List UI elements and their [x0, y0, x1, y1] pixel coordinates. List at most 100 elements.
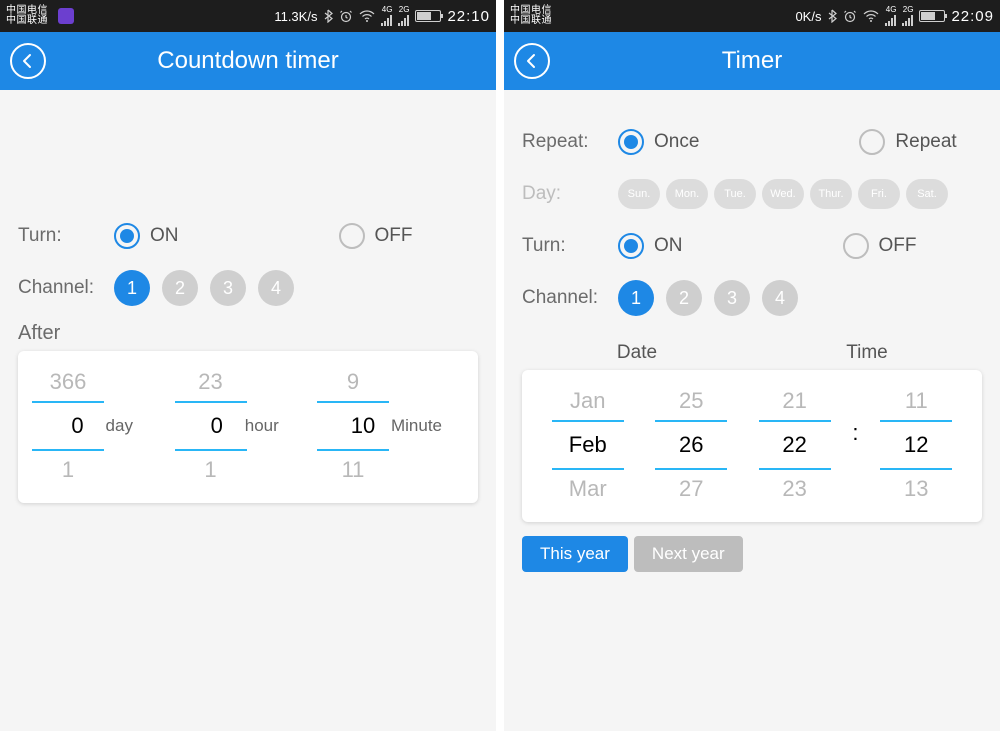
date-value[interactable]: 26 — [655, 422, 727, 468]
page-title: Countdown timer — [46, 47, 450, 75]
hour-value[interactable]: 22 — [759, 422, 831, 468]
bluetooth-icon — [323, 9, 333, 23]
day-sat[interactable]: Sat. — [906, 179, 948, 209]
bluetooth-icon — [827, 9, 837, 23]
repeat-label: Repeat: — [522, 131, 618, 153]
minute-value[interactable]: 10 — [339, 403, 387, 449]
back-button[interactable] — [514, 43, 550, 79]
once-label: Once — [654, 131, 699, 153]
carrier-labels: 中国电信 中国联通 — [6, 6, 48, 26]
day-sun[interactable]: Sun. — [618, 179, 660, 209]
net-2g: 2G — [903, 6, 914, 14]
channel-row: Channel: 1 2 3 4 — [18, 262, 478, 314]
next-year-button[interactable]: Next year — [634, 536, 743, 572]
net-speed: 0K/s — [795, 9, 821, 24]
radio-on[interactable] — [618, 233, 644, 259]
day-fri[interactable]: Fri. — [858, 179, 900, 209]
on-label: ON — [150, 225, 179, 247]
hour-prev[interactable]: 23 — [175, 363, 247, 403]
radio-repeat[interactable] — [859, 129, 885, 155]
channel-2[interactable]: 2 — [666, 280, 702, 316]
turn-row: Turn: ON OFF — [18, 210, 478, 262]
alarm-icon — [339, 9, 353, 23]
day-mon[interactable]: Mon. — [666, 179, 708, 209]
min-value[interactable]: 12 — [880, 422, 952, 468]
header: Timer — [504, 32, 1000, 90]
day-next[interactable]: 1 — [32, 449, 104, 489]
signal-bars-1 — [381, 14, 392, 26]
date-next[interactable]: 27 — [655, 468, 727, 508]
day-thu[interactable]: Thur. — [810, 179, 852, 209]
carrier-2: 中国联通 — [6, 16, 48, 26]
signal-bars-1 — [885, 14, 896, 26]
hour-next[interactable]: 1 — [175, 449, 247, 489]
channel-label: Channel: — [522, 287, 618, 309]
channel-1[interactable]: 1 — [618, 280, 654, 316]
countdown-picker[interactable]: 366 0 day 1 23 0 hour 1 — [18, 351, 478, 503]
hour-next[interactable]: 23 — [759, 468, 831, 508]
month-value[interactable]: Feb — [552, 422, 624, 468]
radio-on[interactable] — [114, 223, 140, 249]
turn-off-option[interactable]: OFF — [843, 233, 917, 259]
page-title: Timer — [550, 47, 954, 75]
turn-off-option[interactable]: OFF — [339, 223, 413, 249]
channel-4[interactable]: 4 — [762, 280, 798, 316]
day-row: Day: Sun. Mon. Tue. Wed. Thur. Fri. Sat. — [522, 168, 982, 220]
day-prev[interactable]: 366 — [32, 363, 104, 403]
carrier-labels: 中国电信 中国联通 — [510, 6, 552, 26]
month-next[interactable]: Mar — [552, 468, 624, 508]
body: Turn: ON OFF Channel: 1 2 3 4 — [0, 90, 496, 731]
repeat-once-option[interactable]: Once — [618, 129, 699, 155]
battery-icon — [415, 10, 441, 22]
channel-row: Channel: 1 2 3 4 — [522, 272, 982, 324]
radio-off[interactable] — [843, 233, 869, 259]
channel-1[interactable]: 1 — [114, 270, 150, 306]
wifi-icon — [863, 10, 879, 22]
minute-prev[interactable]: 9 — [317, 363, 389, 403]
day-wed[interactable]: Wed. — [762, 179, 804, 209]
channel-2[interactable]: 2 — [162, 270, 198, 306]
day-value[interactable]: 0 — [54, 403, 102, 449]
body: Repeat: Once Repeat Day: Sun. Mon. Tue. … — [504, 90, 1000, 731]
min-next[interactable]: 13 — [880, 468, 952, 508]
this-year-button[interactable]: This year — [522, 536, 628, 572]
day-label: Day: — [522, 183, 618, 205]
min-prev[interactable]: 11 — [880, 382, 952, 422]
date-prev[interactable]: 25 — [655, 382, 727, 422]
net-speed: 11.3K/s — [274, 9, 317, 24]
month-prev[interactable]: Jan — [552, 382, 624, 422]
turn-on-option[interactable]: ON — [114, 223, 179, 249]
back-button[interactable] — [10, 43, 46, 79]
repeat-opt-label: Repeat — [895, 131, 956, 153]
channel-3[interactable]: 3 — [714, 280, 750, 316]
channel-3[interactable]: 3 — [210, 270, 246, 306]
datetime-picker[interactable]: Jan Feb Mar 25 26 27 21 22 23 — [522, 370, 982, 522]
status-right: 0K/s 4G 2G 22:09 — [795, 6, 994, 26]
off-label: OFF — [375, 225, 413, 247]
after-label: After — [18, 322, 478, 345]
minute-next[interactable]: 11 — [317, 449, 389, 489]
minute-unit: Minute — [391, 416, 442, 436]
channel-4[interactable]: 4 — [258, 270, 294, 306]
net-2g: 2G — [399, 6, 410, 14]
year-toggle: This year Next year — [522, 536, 982, 572]
hour-unit: hour — [245, 416, 279, 436]
on-label: ON — [654, 235, 683, 257]
date-time-headers: Date Time — [522, 342, 982, 364]
radio-once[interactable] — [618, 129, 644, 155]
header: Countdown timer — [0, 32, 496, 90]
hour-prev[interactable]: 21 — [759, 382, 831, 422]
day-tue[interactable]: Tue. — [714, 179, 756, 209]
status-time: 22:09 — [951, 8, 994, 25]
battery-icon — [919, 10, 945, 22]
status-time: 22:10 — [447, 8, 490, 25]
hour-value[interactable]: 0 — [193, 403, 241, 449]
phone-countdown: 中国电信 中国联通 11.3K/s 4G — [0, 0, 496, 731]
off-label: OFF — [879, 235, 917, 257]
turn-label: Turn: — [18, 225, 114, 247]
turn-on-option[interactable]: ON — [618, 233, 683, 259]
repeat-repeat-option[interactable]: Repeat — [859, 129, 956, 155]
status-bar: 中国电信 中国联通 0K/s 4G 2G — [504, 0, 1000, 32]
radio-off[interactable] — [339, 223, 365, 249]
wifi-icon — [359, 10, 375, 22]
